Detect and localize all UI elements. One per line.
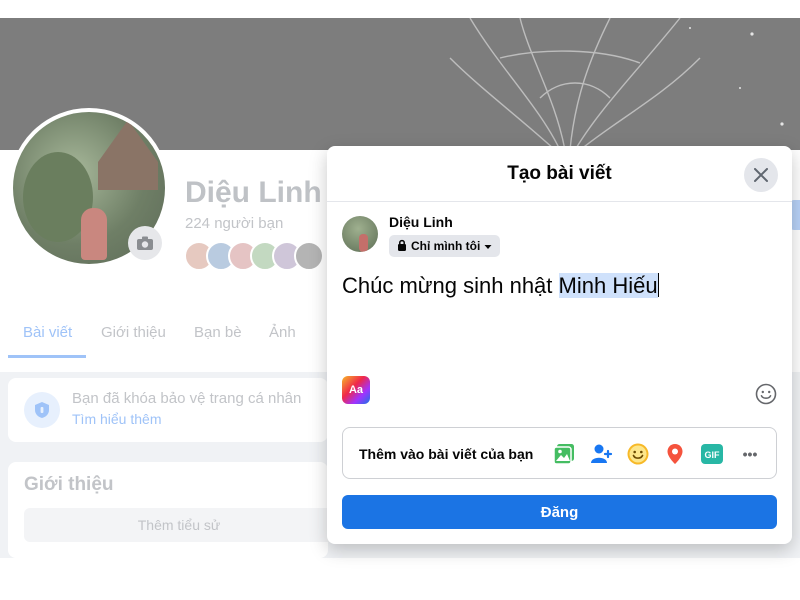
privacy-label: Chỉ mình tôi — [411, 239, 481, 253]
caret-down-icon — [484, 239, 492, 253]
camera-icon[interactable] — [128, 226, 162, 260]
friend-avatar[interactable] — [294, 241, 324, 271]
more-icon[interactable]: ••• — [737, 441, 763, 467]
profile-name: Diệu Linh — [185, 176, 322, 209]
friend-avatars[interactable] — [184, 241, 334, 271]
post-text-selected: Minh Hiếu — [558, 273, 658, 298]
author-avatar[interactable] — [342, 216, 378, 252]
gif-icon[interactable]: GIF — [699, 441, 725, 467]
active-tab-indicator — [8, 355, 86, 358]
friends-count[interactable]: 224 người bạn — [185, 215, 283, 232]
text-cursor — [657, 273, 659, 297]
post-button[interactable]: Đăng — [342, 495, 777, 529]
profile-tabs: Bài viết Giới thiệu Bạn bè Ảnh — [0, 320, 330, 360]
create-post-modal: Tạo bài viết Diệu Linh Chỉ mình tôi Chúc… — [327, 146, 792, 544]
modal-header: Tạo bài viết — [327, 146, 792, 202]
privacy-selector-button[interactable]: Chỉ mình tôi — [389, 235, 501, 257]
check-in-icon[interactable] — [662, 441, 688, 467]
lock-icon — [397, 239, 407, 254]
text-format-button[interactable]: Aa — [342, 376, 370, 404]
tag-people-icon[interactable] — [588, 441, 614, 467]
feeling-icon[interactable] — [625, 441, 651, 467]
tab-posts[interactable]: Bài viết — [23, 324, 72, 341]
profile-lock-text: Bạn đã khóa bảo vệ trang cá nhân — [72, 390, 302, 407]
add-to-post-label: Thêm vào bài viết của bạn — [359, 446, 534, 462]
emoji-icon[interactable] — [755, 383, 777, 405]
learn-more-link[interactable]: Tìm hiểu thêm — [72, 411, 161, 427]
close-icon[interactable] — [744, 158, 778, 192]
add-to-post-bar: Thêm vào bài viết của bạn GIF ••• — [342, 427, 777, 479]
photo-video-icon[interactable] — [551, 441, 577, 467]
tab-about[interactable]: Giới thiệu — [101, 324, 166, 341]
tab-friends[interactable]: Bạn bè — [194, 324, 242, 341]
intro-title: Giới thiệu — [24, 474, 114, 495]
post-text-area[interactable]: Chúc mừng sinh nhật Minh Hiếu — [342, 273, 659, 299]
tab-photos[interactable]: Ảnh — [269, 324, 296, 341]
shield-icon — [24, 392, 60, 428]
modal-title: Tạo bài viết — [507, 163, 612, 184]
gif-icon-label: GIF — [705, 450, 721, 460]
more-icon-glyph: ••• — [742, 446, 758, 462]
post-text-plain: Chúc mừng sinh nhật — [342, 273, 559, 298]
author-name: Diệu Linh — [389, 214, 453, 230]
add-bio-button[interactable]: Thêm tiểu sử — [24, 508, 334, 542]
